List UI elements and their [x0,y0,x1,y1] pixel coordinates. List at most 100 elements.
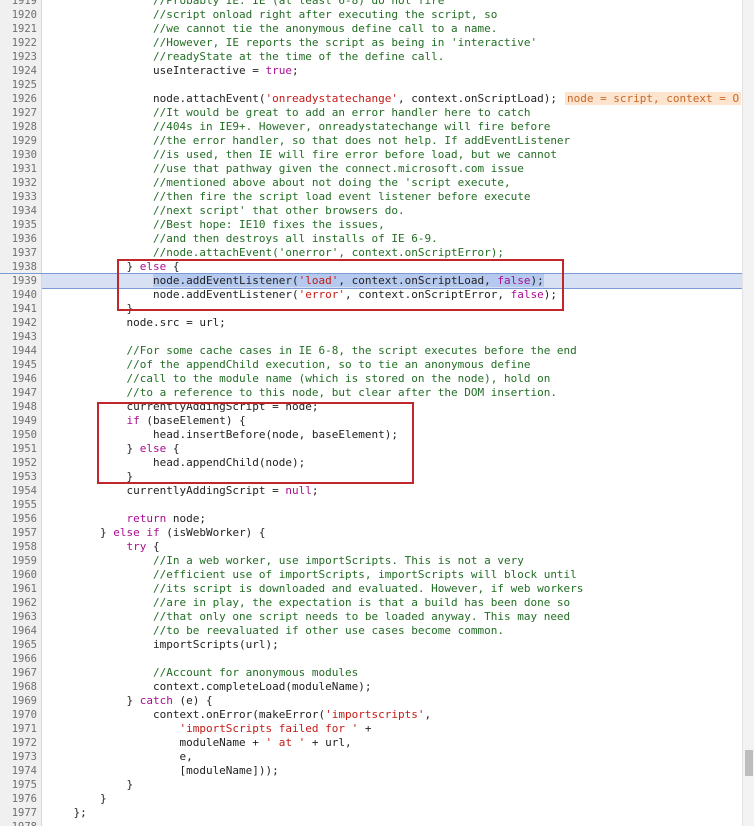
code-text: e, [47,750,193,764]
code-line[interactable]: 1967 //Account for anonymous modules [0,666,754,680]
code-line[interactable]: 1942 node.src = url; [0,316,754,330]
code-line[interactable]: 1935 //Best hope: IE10 fixes the issues, [0,218,754,232]
line-number: 1944 [0,344,42,358]
code-line[interactable]: 1957 } else if (isWebWorker) { [0,526,754,540]
line-number: 1965 [0,638,42,652]
code-line[interactable]: 1938 } else { [0,260,754,274]
code-line[interactable]: 1978 [0,820,754,826]
code-line[interactable]: 1930 //is used, then IE will fire error … [0,148,754,162]
code-line[interactable]: 1940 node.addEventListener('error', cont… [0,288,754,302]
code-line[interactable]: 1944 //For some cache cases in IE 6-8, t… [0,344,754,358]
code-line[interactable]: 1969 } catch (e) { [0,694,754,708]
code-line[interactable]: 1922 //However, IE reports the script as… [0,36,754,50]
code-line[interactable]: 1975 } [0,778,754,792]
code-line[interactable]: 1920 //script onload right after executi… [0,8,754,22]
code-token: + [358,722,372,735]
code-line[interactable]: 1968 context.completeLoad(moduleName); [0,680,754,694]
code-line[interactable]: 1953 } [0,470,754,484]
code-line[interactable]: 1955 [0,498,754,512]
vertical-scrollbar[interactable] [742,0,754,826]
line-number: 1972 [0,736,42,750]
code-line[interactable]: 1964 //to be reevaluated if other use ca… [0,624,754,638]
line-number: 1948 [0,400,42,414]
code-line[interactable]: 1932 //mentioned above about not doing t… [0,176,754,190]
code-token: node.addEventListener( [47,288,299,301]
code-line[interactable]: 1960 //efficient use of importScripts, i… [0,568,754,582]
code-text: node.attachEvent('onreadystatechange', c… [47,92,742,106]
line-number: 1955 [0,498,42,512]
line-number: 1974 [0,764,42,778]
code-line[interactable]: 1959 //In a web worker, use importScript… [0,554,754,568]
code-line[interactable]: 1921 //we cannot tie the anonymous defin… [0,22,754,36]
code-line[interactable]: 1926 node.attachEvent('onreadystatechang… [0,92,754,106]
code-line[interactable]: 1931 //use that pathway given the connec… [0,162,754,176]
code-text: head.insertBefore(node, baseElement); [47,428,398,442]
code-line[interactable]: 1974 [moduleName])); [0,764,754,778]
code-line[interactable]: 1933 //then fire the script load event l… [0,190,754,204]
code-token: //we cannot tie the anonymous define cal… [47,22,498,35]
code-line[interactable]: 1950 head.insertBefore(node, baseElement… [0,428,754,442]
line-number: 1977 [0,806,42,820]
code-line[interactable]: 1924 useInteractive = true; [0,64,754,78]
code-line[interactable]: 1945 //of the appendChild execution, so … [0,358,754,372]
code-line[interactable]: 1966 [0,652,754,666]
code-text: //404s in IE9+. However, onreadystatecha… [47,120,550,134]
code-token: head.appendChild(node); [47,456,306,469]
code-line[interactable]: 1958 try { [0,540,754,554]
code-token: //node.attachEvent('onerror', context.on… [47,246,504,259]
code-line[interactable]: 1972 moduleName + ' at ' + url, [0,736,754,750]
code-line[interactable]: 1927 //It would be great to add an error… [0,106,754,120]
line-number: 1950 [0,428,42,442]
code-text: //the error handler, so that does not he… [47,134,570,148]
code-line[interactable]: 1973 e, [0,750,754,764]
code-line[interactable]: 1965 importScripts(url); [0,638,754,652]
code-token: //are in play, the expectation is that a… [47,596,571,609]
code-line[interactable]: 1949 if (baseElement) { [0,414,754,428]
code-line[interactable]: 1937 //node.attachEvent('onerror', conte… [0,246,754,260]
code-line[interactable]: 1929 //the error handler, so that does n… [0,134,754,148]
code-line[interactable]: 1936 //and then destroys all installs of… [0,232,754,246]
code-line[interactable]: 1952 head.appendChild(node); [0,456,754,470]
code-text: } [47,302,133,316]
code-line[interactable]: 1947 //to a reference to this node, but … [0,386,754,400]
code-token: ); [530,274,544,287]
code-token: ; [292,64,299,77]
code-token: //to be reevaluated if other use cases b… [47,624,504,637]
code-line[interactable]: 1977 }; [0,806,754,820]
line-number: 1945 [0,358,42,372]
code-token: //and then destroys all installs of IE 6… [47,232,438,245]
code-line[interactable]: 1971 'importScripts failed for ' + [0,722,754,736]
scrollbar-thumb[interactable] [745,750,753,776]
code-token: } [47,526,114,539]
code-line[interactable]: 1928 //404s in IE9+. However, onreadysta… [0,120,754,134]
code-viewer[interactable]: 1919 //Probably IE. IE (at least 6-8) do… [0,0,754,826]
line-number: 1960 [0,568,42,582]
code-token: catch [139,694,173,707]
code-token: //efficient use of importScripts, import… [47,568,577,581]
code-token: { [146,540,160,553]
line-number: 1961 [0,582,42,596]
code-token: currentlyAddingScript = node; [47,400,319,413]
code-line[interactable]: 1941 } [0,302,754,316]
code-line[interactable]: 1956 return node; [0,512,754,526]
code-line[interactable]: 1951 } else { [0,442,754,456]
line-number: 1973 [0,750,42,764]
code-line[interactable]: 1962 //are in play, the expectation is t… [0,596,754,610]
code-line[interactable]: 1925 [0,78,754,92]
code-line[interactable]: 1946 //call to the module name (which is… [0,372,754,386]
highlighted-code-line[interactable]: 1939 node.addEventListener('load', conte… [0,273,754,289]
code-token: e, [47,750,193,763]
code-line[interactable]: 1970 context.onError(makeError('importsc… [0,708,754,722]
code-line[interactable]: 1934 //next script' that other browsers … [0,204,754,218]
code-line[interactable]: 1948 currentlyAddingScript = node; [0,400,754,414]
code-line[interactable]: 1943 [0,330,754,344]
code-line[interactable]: 1923 //readyState at the time of the def… [0,50,754,64]
code-line[interactable]: 1919 //Probably IE. IE (at least 6-8) do… [0,0,754,8]
code-text: currentlyAddingScript = null; [47,484,318,498]
code-line[interactable]: 1961 //its script is downloaded and eval… [0,582,754,596]
code-line[interactable]: 1954 currentlyAddingScript = null; [0,484,754,498]
code-line[interactable]: 1976 } [0,792,754,806]
code-line[interactable]: 1963 //that only one script needs to be … [0,610,754,624]
code-text: try { [47,540,160,554]
code-text: context.onError(makeError('importscripts… [47,708,431,722]
